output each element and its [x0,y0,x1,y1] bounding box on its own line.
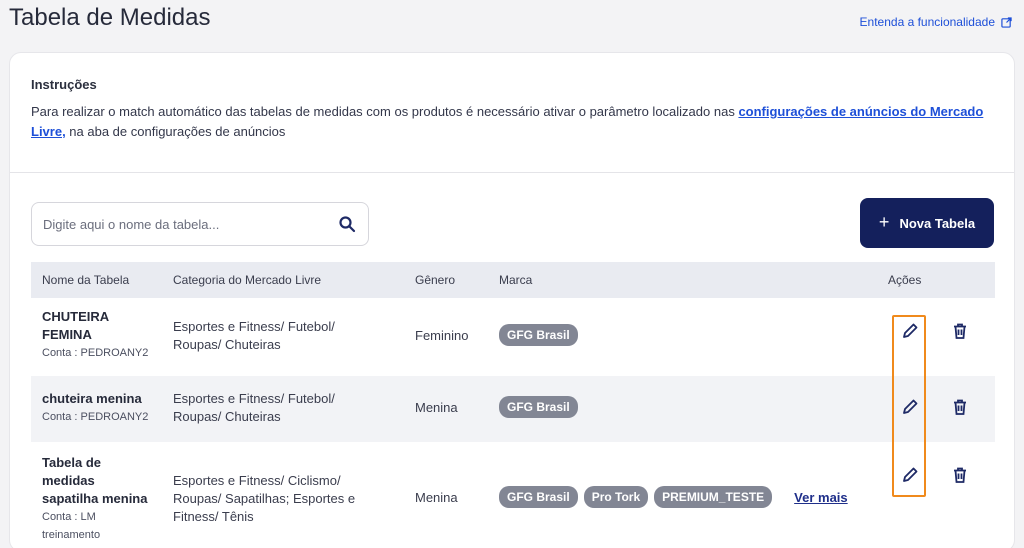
instructions-text-after: na aba de configurações de anúncios [65,124,286,139]
measurements-table: Nome da Tabela Categoria do Mercado Livr… [31,262,995,546]
search-box [31,202,369,246]
header-name: Nome da Tabela [42,273,130,287]
divider [10,172,1014,173]
table-name: CHUTEIRA [42,309,110,324]
gender-cell: Menina [415,400,458,415]
new-table-button[interactable]: + Nova Tabela [860,198,994,248]
help-link-label: Entenda a funcionalidade [859,15,995,29]
search-icon[interactable] [338,215,356,233]
new-table-label: Nova Tabela [899,215,976,231]
table-name-cell: CHUTEIRA FEMINA Conta : PEDROANY2 [42,308,162,362]
account-label: Conta : PEDROANY2 [42,347,149,359]
instructions-title: Instruções [31,77,97,92]
table-name-cell: chuteira menina Conta : PEDROANY2 [42,390,162,426]
brand-badge: GFG Brasil [499,324,578,346]
account-label: treinamento [42,529,101,541]
account-label: Conta : LM [42,511,96,523]
header-gender: Gênero [415,273,456,287]
trash-icon[interactable] [951,466,969,484]
gender-cell: Feminino [415,328,469,343]
category-line: Esportes e Fitness/ Futebol/ [173,319,335,334]
trash-icon[interactable] [951,398,969,416]
page-title: Tabela de Medidas [9,4,211,31]
brand-badge: PREMIUM_TESTE [654,486,773,508]
gender-cell: Menina [415,490,458,505]
table-name: sapatilha menina [42,491,148,506]
category-line: Fitness/ Tênis [173,509,254,524]
search-input[interactable] [32,203,322,245]
instructions-text-before: Para realizar o match automático das tab… [31,104,739,119]
account-label: Conta : PEDROANY2 [42,411,149,423]
table-body: CHUTEIRA FEMINA Conta : PEDROANY2 Esportes … [31,298,995,546]
table-row: Tabela de medidas sapatilha menina Conta : … [31,442,995,546]
category-cell: Esportes e Fitness/ Futebol/Roupas/ Chut… [173,390,403,426]
table-header: Nome da Tabela Categoria do Mercado Livr… [31,262,995,298]
category-line: Roupas/ Sapatilhas; Esportes e [173,491,356,506]
plus-icon: + [878,211,890,232]
brand-badge: GFG Brasil [499,396,578,418]
category-line: Roupas/ Chuteiras [173,337,281,352]
table-name: chuteira menina [42,391,142,406]
table-name-cell: Tabela de medidas sapatilha menina Conta : … [42,454,162,544]
table-name: FEMINA [42,327,92,342]
category-cell: Esportes e Fitness/ Futebol/Roupas/ Chut… [173,318,403,354]
brand-badge: GFG Brasil [499,486,578,508]
table-row: CHUTEIRA FEMINA Conta : PEDROANY2 Esportes … [31,298,995,376]
external-link-icon [1001,16,1012,28]
help-link[interactable]: Entenda a funcionalidade [860,15,1012,29]
pencil-icon[interactable] [901,466,919,484]
header-category: Categoria do Mercado Livre [173,273,322,287]
pencil-icon[interactable] [901,398,919,416]
table-name: medidas [42,473,95,488]
brand-cell: GFG Brasil [499,396,584,418]
see-more-link[interactable]: Ver mais [794,490,848,505]
main-card: Instruções Para realizar o match automát… [9,52,1015,548]
header-actions: Ações [888,273,922,287]
table-name: Tabela de [42,455,102,470]
header-brand: Marca [499,273,533,287]
trash-icon[interactable] [951,322,969,340]
instructions-panel: Instruções Para realizar o match automát… [31,77,991,142]
table-row: chuteira menina Conta : PEDROANY2 Esportes… [31,376,995,442]
category-line: Esportes e Fitness/ Ciclismo/ [173,473,341,488]
brand-cell: GFG Brasil Pro Tork PREMIUM_TESTE Ver mais [499,486,848,508]
brand-badge: Pro Tork [583,486,649,508]
category-line: Roupas/ Chuteiras [173,409,281,424]
category-cell: Esportes e Fitness/ Ciclismo/Roupas/ Sap… [173,472,403,526]
category-line: Esportes e Fitness/ Futebol/ [173,391,335,406]
brand-cell: GFG Brasil [499,324,584,346]
pencil-icon[interactable] [901,322,919,340]
instructions-text: Para realizar o match automático das tab… [31,102,991,142]
